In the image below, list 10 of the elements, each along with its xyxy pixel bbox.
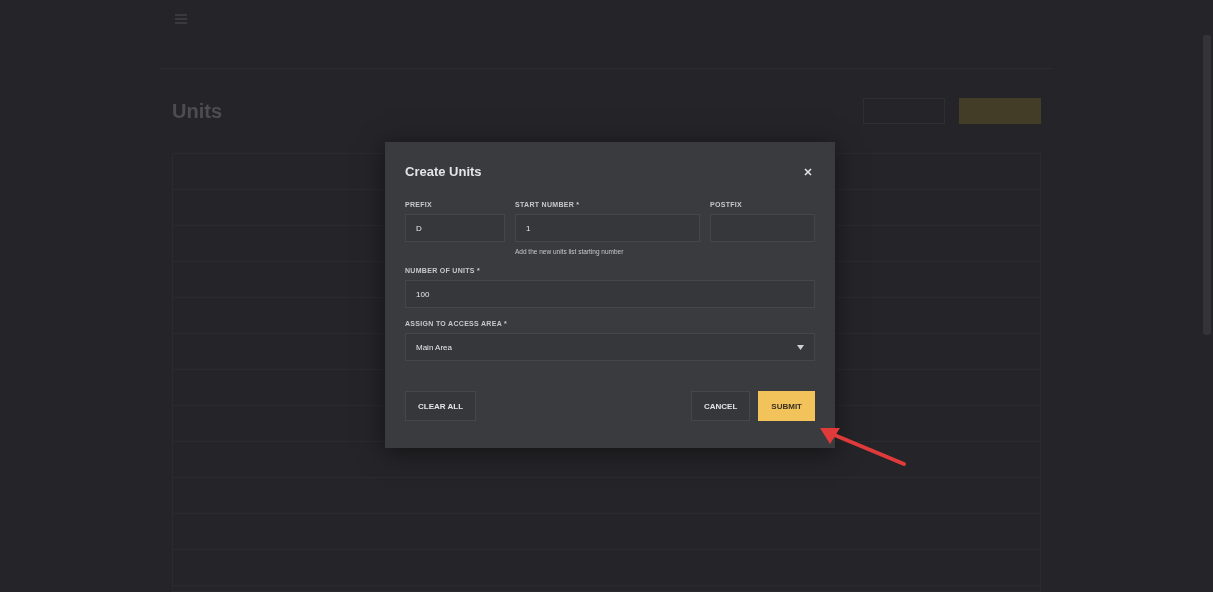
dropdown-caret-icon [797, 344, 804, 350]
text-button[interactable]: CANCEL [691, 391, 751, 421]
input-field[interactable]: D [405, 214, 505, 242]
add-button[interactable] [959, 98, 1041, 124]
text-button[interactable]: CLEAR ALL [405, 391, 477, 421]
dialog-title: Create Units [405, 164, 482, 179]
input-field[interactable]: 1 [515, 214, 700, 242]
input-field[interactable]: 100 [405, 280, 815, 308]
submit-button[interactable]: SUBMIT [758, 391, 815, 421]
select-field[interactable]: Main Area [405, 333, 815, 361]
